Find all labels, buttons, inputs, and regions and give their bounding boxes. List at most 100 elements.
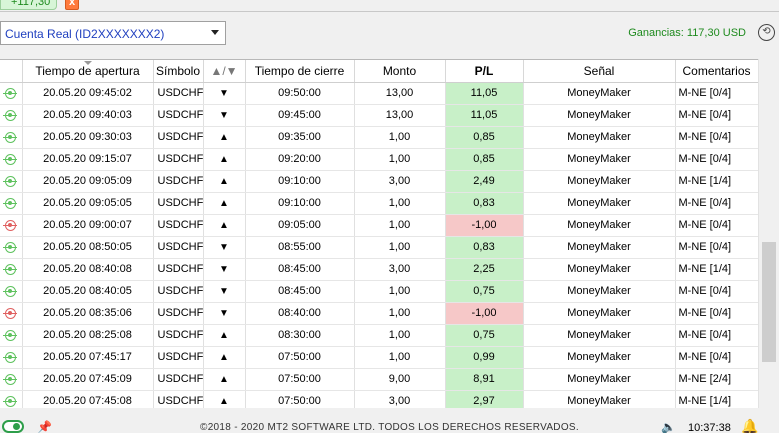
column-header-comments[interactable]: Comentarios <box>675 60 758 83</box>
cell-direction: ▼ <box>203 258 246 281</box>
top-strip: +117,30 x <box>0 0 779 12</box>
cell-pl: 2,49 <box>445 170 524 193</box>
column-header-close-time[interactable]: Tiempo de cierre <box>245 60 355 83</box>
cell-direction: ▲ <box>203 346 246 369</box>
cell-amount: 1,00 <box>354 280 446 303</box>
cell-amount: 1,00 <box>354 346 446 369</box>
table-row[interactable]: 20.05.20 09:40:03 USDCHF ▼ 09:45:00 13,00 11,… <box>0 104 758 127</box>
row-status-icon <box>0 390 23 408</box>
scrollbar-thumb[interactable] <box>762 242 776 362</box>
row-status-icon <box>0 148 23 171</box>
target-icon <box>3 329 18 341</box>
table-row[interactable]: 20.05.20 08:35:06 USDCHF ▼ 08:40:00 1,00 -1,0… <box>0 302 758 325</box>
cell-direction: ▲ <box>203 390 246 408</box>
target-icon <box>3 87 18 99</box>
cell-open-time: 20.05.20 09:00:07 <box>22 214 154 237</box>
cell-comment: M-NE [0/4] <box>675 104 758 127</box>
row-status-icon <box>0 104 23 127</box>
column-header-amount[interactable]: Monto <box>354 60 446 83</box>
cell-close-time: 09:10:00 <box>245 192 355 215</box>
cell-signal: MoneyMaker <box>523 302 676 325</box>
vertical-scrollbar[interactable] <box>758 59 779 408</box>
account-select-value: Cuenta Real (ID2XXXXXXX2) <box>5 27 165 41</box>
table-row[interactable]: 20.05.20 09:15:07 USDCHF ▲ 09:20:00 1,00 0,85… <box>0 148 758 171</box>
cell-pl: 0,75 <box>445 324 524 347</box>
cell-close-time: 09:20:00 <box>245 148 355 171</box>
cell-symbol: USDCHF <box>153 346 204 369</box>
column-header-status[interactable] <box>0 60 23 83</box>
account-select[interactable]: Cuenta Real (ID2XXXXXXX2) <box>0 21 226 45</box>
table-row[interactable]: 20.05.20 09:05:05 USDCHF ▲ 09:10:00 1,00 0,83… <box>0 192 758 215</box>
cell-open-time: 20.05.20 08:35:06 <box>22 302 154 325</box>
cell-amount: 13,00 <box>354 82 446 105</box>
cell-direction: ▲ <box>203 368 246 391</box>
cell-pl: -1,00 <box>445 302 524 325</box>
cell-direction: ▲ <box>203 126 246 149</box>
table-row[interactable]: 20.05.20 07:45:09 USDCHF ▲ 07:50:00 9,00 8,91… <box>0 368 758 391</box>
bell-icon[interactable]: 🔔 <box>741 418 758 433</box>
column-header-symbol[interactable]: Símbolo <box>153 60 204 83</box>
table-row[interactable]: 20.05.20 07:45:08 USDCHF ▲ 07:50:00 3,00 2,97… <box>0 390 758 408</box>
cell-close-time: 08:55:00 <box>245 236 355 259</box>
table-row[interactable]: 20.05.20 07:45:17 USDCHF ▲ 07:50:00 1,00 0,99… <box>0 346 758 369</box>
column-header-open-time[interactable]: Tiempo de apertura <box>22 60 154 83</box>
cell-open-time: 20.05.20 07:45:17 <box>22 346 154 369</box>
settings-icon[interactable]: ⟲ <box>758 24 775 41</box>
cell-close-time: 07:50:00 <box>245 368 355 391</box>
table-row[interactable]: 20.05.20 08:50:05 USDCHF ▼ 08:55:00 1,00 0,83… <box>0 236 758 259</box>
cell-symbol: USDCHF <box>153 82 204 105</box>
cell-pl: 8,91 <box>445 368 524 391</box>
profit-badge: +117,30 <box>0 0 58 10</box>
table-row[interactable]: 20.05.20 08:25:08 USDCHF ▲ 08:30:00 1,00 0,75… <box>0 324 758 347</box>
cell-comment: M-NE [0/4] <box>675 280 758 303</box>
table-row[interactable]: 20.05.20 09:45:02 USDCHF ▼ 09:50:00 13,00 11,… <box>0 82 758 105</box>
cell-direction: ▼ <box>203 302 246 325</box>
table-row[interactable]: 20.05.20 09:05:09 USDCHF ▲ 09:10:00 3,00 2,49… <box>0 170 758 193</box>
cell-close-time: 09:10:00 <box>245 170 355 193</box>
column-header-signal[interactable]: Señal <box>523 60 676 83</box>
cell-symbol: USDCHF <box>153 126 204 149</box>
cell-amount: 1,00 <box>354 148 446 171</box>
cell-pl: 0,99 <box>445 346 524 369</box>
cell-open-time: 20.05.20 08:40:08 <box>22 258 154 281</box>
cell-open-time: 20.05.20 08:50:05 <box>22 236 154 259</box>
target-icon <box>3 285 18 297</box>
row-status-icon <box>0 346 23 369</box>
cell-symbol: USDCHF <box>153 258 204 281</box>
column-header-pl[interactable]: P/L <box>445 60 524 83</box>
cell-comment: M-NE [0/4] <box>675 214 758 237</box>
cell-direction: ▼ <box>203 104 246 127</box>
cell-amount: 9,00 <box>354 368 446 391</box>
cell-open-time: 20.05.20 08:25:08 <box>22 324 154 347</box>
table-row[interactable]: 20.05.20 08:40:05 USDCHF ▼ 08:45:00 1,00 0,75… <box>0 280 758 303</box>
cell-pl: 0,85 <box>445 148 524 171</box>
table-row[interactable]: 20.05.20 09:00:07 USDCHF ▲ 09:05:00 1,00 -1,0… <box>0 214 758 237</box>
cell-direction: ▼ <box>203 280 246 303</box>
cell-close-time: 08:30:00 <box>245 324 355 347</box>
cell-close-time: 08:45:00 <box>245 258 355 281</box>
cell-comment: M-NE [0/4] <box>675 82 758 105</box>
volume-icon[interactable]: 🔈 <box>661 420 676 433</box>
table-row[interactable]: 20.05.20 09:30:03 USDCHF ▲ 09:35:00 1,00 0,85… <box>0 126 758 149</box>
cell-signal: MoneyMaker <box>523 236 676 259</box>
row-status-icon <box>0 302 23 325</box>
table-row[interactable]: 20.05.20 08:40:08 USDCHF ▼ 08:45:00 3,00 2,25… <box>0 258 758 281</box>
cell-comment: M-NE [0/4] <box>675 324 758 347</box>
cell-pl: 2,97 <box>445 390 524 408</box>
target-icon <box>3 153 18 165</box>
cell-close-time: 09:05:00 <box>245 214 355 237</box>
close-icon[interactable]: x <box>65 0 79 10</box>
cell-close-time: 07:50:00 <box>245 346 355 369</box>
cell-amount: 13,00 <box>354 104 446 127</box>
cell-signal: MoneyMaker <box>523 324 676 347</box>
trades-table: Tiempo de apertura Símbolo ▲/▼ Tiempo de… <box>0 59 758 408</box>
cell-close-time: 08:45:00 <box>245 280 355 303</box>
target-icon <box>3 241 18 253</box>
row-status-icon <box>0 126 23 149</box>
cell-amount: 1,00 <box>354 302 446 325</box>
chevron-down-icon <box>211 30 219 35</box>
column-header-direction[interactable]: ▲/▼ <box>203 60 246 83</box>
cell-symbol: USDCHF <box>153 302 204 325</box>
cell-comment: M-NE [1/4] <box>675 170 758 193</box>
cell-signal: MoneyMaker <box>523 126 676 149</box>
